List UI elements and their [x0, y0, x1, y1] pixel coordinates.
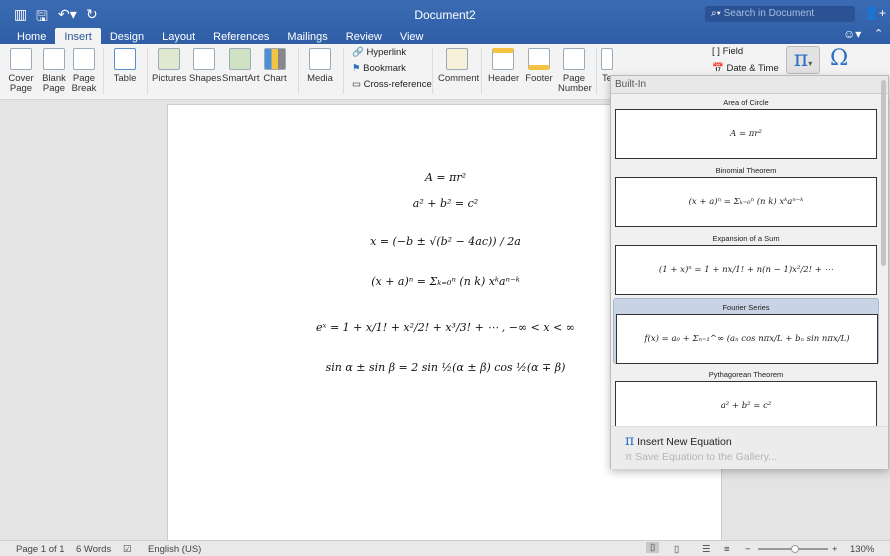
shapes-icon [193, 48, 215, 70]
comment-icon [446, 48, 468, 70]
smartart-button[interactable]: SmartArt [222, 48, 258, 84]
tab-view[interactable]: View [391, 28, 433, 44]
page-number-icon [563, 48, 585, 70]
word-count[interactable]: 6 Words [76, 544, 111, 555]
save-to-gallery-item: π Save Equation to the Gallery... [625, 451, 777, 463]
zoom-slider-thumb[interactable] [791, 545, 799, 553]
title-bar: ▥ 🖫 ↶▾ ↻ Document2 ⌕▾ Search in Document… [0, 0, 890, 44]
print-layout-icon[interactable]: ▯ [646, 542, 659, 553]
gallery-item-area-of-circle[interactable]: Area of CircleA = πr² [613, 94, 879, 160]
table-icon [114, 48, 136, 70]
gallery-scrollbar[interactable] [881, 80, 886, 266]
field-icon: [ ] [712, 46, 720, 57]
chevron-down-icon[interactable]: ▾ [808, 59, 812, 68]
gallery-item-pythagorean-theorem[interactable]: Pythagorean Theorema² + b² = c² [613, 366, 879, 432]
equation-gallery: Built-In Area of CircleA = πr² Binomial … [610, 75, 889, 469]
footer-button[interactable]: Footer [524, 48, 554, 84]
header-button[interactable]: Header [488, 48, 518, 84]
save-equation-icon: π [625, 451, 632, 463]
equation-button[interactable]: π▾ [786, 46, 820, 74]
header-icon [492, 48, 514, 70]
gallery-section-header: Built-In [611, 76, 888, 94]
media-icon [309, 48, 331, 70]
symbol-button[interactable]: Ω [830, 46, 848, 71]
text-box-icon [601, 48, 613, 70]
cross-reference-icon: ▭ [352, 79, 361, 90]
status-bar: Page 1 of 1 6 Words ☑ English (US) ▯ ▯ ☰… [0, 540, 890, 556]
insert-new-equation-item[interactable]: π Insert New Equation [625, 433, 732, 449]
shapes-button[interactable]: Shapes [189, 48, 219, 84]
media-button[interactable]: Media [306, 48, 334, 84]
outline-view-icon[interactable]: ☰ [702, 544, 711, 555]
pictures-button[interactable]: Pictures [152, 48, 186, 84]
chart-button[interactable]: Chart [262, 48, 288, 84]
tab-review[interactable]: Review [337, 28, 391, 44]
zoom-out-icon[interactable]: − [745, 544, 751, 555]
share-icon[interactable]: 👤+ [864, 6, 886, 20]
tab-references[interactable]: References [204, 28, 278, 44]
gallery-item-fourier-series[interactable]: Fourier Seriesf(x) = a₀ + Σₙ₌₁^∞ (aₙ cos… [613, 298, 879, 364]
footer-icon [528, 48, 550, 70]
page-count[interactable]: Page 1 of 1 [16, 544, 65, 555]
page-break-icon [73, 48, 95, 70]
search-input[interactable]: ⌕▾ Search in Document [705, 6, 855, 22]
collapse-ribbon-icon[interactable]: ⌃ [874, 27, 883, 40]
pictures-icon [158, 48, 180, 70]
feedback-smiley-icon[interactable]: ☺▾ [843, 27, 861, 41]
zoom-level[interactable]: 130% [850, 544, 874, 555]
cover-page-button[interactable]: Cover Page [6, 48, 36, 94]
hyperlink-button[interactable]: 🔗 Hyperlink [352, 47, 406, 58]
language[interactable]: English (US) [148, 544, 201, 555]
tab-design[interactable]: Design [101, 28, 153, 44]
zoom-slider[interactable] [758, 548, 828, 550]
gallery-footer: π Insert New Equation π Save Equation to… [611, 426, 888, 469]
tab-insert[interactable]: Insert [55, 28, 101, 44]
cover-page-icon [10, 48, 32, 70]
search-icon: ⌕▾ [711, 8, 724, 19]
calendar-icon: 📅 [712, 63, 724, 74]
pi-icon: π [625, 433, 634, 449]
page-break-button[interactable]: Page Break [70, 48, 98, 94]
web-layout-icon[interactable]: ▯ [674, 544, 679, 555]
chart-icon [264, 48, 286, 70]
draft-view-icon[interactable]: ≡ [724, 544, 730, 555]
page-number-button[interactable]: Page Number [558, 48, 590, 94]
field-button[interactable]: [ ] Field [712, 46, 743, 57]
cross-reference-button[interactable]: ▭ Cross-reference [352, 79, 432, 90]
bookmark-button[interactable]: ⚑ Bookmark [352, 63, 406, 74]
tab-layout[interactable]: Layout [153, 28, 204, 44]
blank-page-icon [43, 48, 65, 70]
proofing-icon[interactable]: ☑ [123, 544, 132, 555]
omega-icon: Ω [830, 46, 848, 71]
date-time-button[interactable]: 📅 Date & Time [712, 63, 779, 74]
ribbon-tabs: Home Insert Design Layout References Mai… [8, 28, 433, 44]
tab-home[interactable]: Home [8, 28, 55, 44]
table-button[interactable]: Table [110, 48, 140, 84]
gallery-item-expansion-of-a-sum[interactable]: Expansion of a Sum(1 + x)ⁿ = 1 + nx/1! +… [613, 230, 879, 296]
hyperlink-icon: 🔗 [352, 47, 364, 58]
tab-mailings[interactable]: Mailings [278, 28, 336, 44]
zoom-in-icon[interactable]: + [832, 544, 838, 555]
smartart-icon [229, 48, 251, 70]
bookmark-icon: ⚑ [352, 63, 361, 74]
blank-page-button[interactable]: Blank Page [40, 48, 68, 94]
comment-button[interactable]: Comment [438, 48, 476, 84]
pi-icon: π [794, 47, 808, 72]
gallery-item-binomial-theorem[interactable]: Binomial Theorem(x + a)ⁿ = Σₖ₌₀ⁿ (n k) x… [613, 162, 879, 228]
